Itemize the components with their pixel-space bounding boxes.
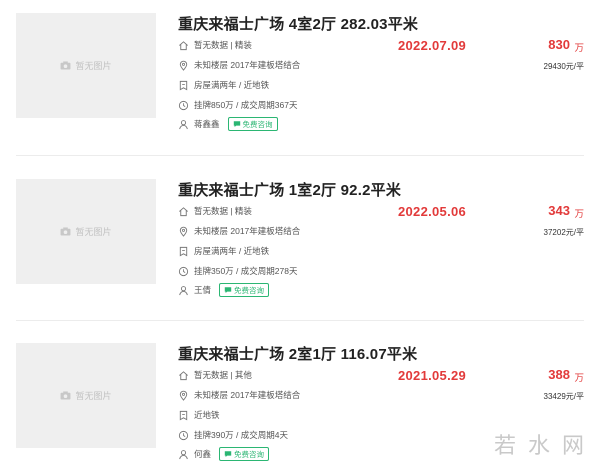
listing-thumbnail[interactable]: 暂无图片 [16, 13, 156, 118]
deal-date: 2022.05.06 [398, 204, 467, 219]
tag-icon [178, 410, 189, 421]
listing-info-row: 挂牌850万 / 成交周期367天 [178, 98, 297, 112]
decoration-row: 暂无数据 | 精装 [178, 204, 252, 218]
price-unit: 万 [574, 43, 584, 54]
home-icon [178, 40, 189, 51]
tag-text: 房屋满两年 / 近地铁 [194, 246, 270, 256]
floor-text: 未知楼层 2017年建板塔结合 [194, 60, 301, 70]
camera-icon [61, 391, 71, 400]
consult-label: 免费咨询 [234, 449, 265, 459]
watermark-char: 水 [527, 434, 554, 459]
camera-icon [61, 61, 71, 70]
floor-row: 未知楼层 2017年建板塔结合 [178, 388, 300, 402]
no-image-text: 暂无图片 [75, 61, 112, 71]
tag-text: 房屋满两年 / 近地铁 [194, 80, 270, 90]
total-price: 343 [548, 203, 570, 218]
tag-row: 房屋满两年 / 近地铁 [178, 244, 269, 258]
listing-info-text: 挂牌390万 / 成交周期4天 [194, 430, 288, 440]
agent-row: 何鑫 免费咨询 [178, 447, 270, 461]
chat-icon [224, 451, 232, 458]
user-icon [178, 449, 189, 460]
floor-row: 未知楼层 2017年建板塔结合 [178, 224, 300, 238]
listing-title[interactable]: 重庆来福士广场 2室1厅 116.07平米 [178, 343, 417, 364]
price-unit: 万 [574, 209, 584, 220]
free-consult-button[interactable]: 免费咨询 [219, 283, 270, 297]
tag-icon [178, 80, 189, 91]
tag-icon [178, 246, 189, 257]
agent-row: 蒋鑫鑫 免费咨询 [178, 117, 278, 131]
user-icon [178, 285, 189, 296]
listing-title[interactable]: 重庆来福士广场 1室2厅 92.2平米 [178, 179, 401, 200]
location-icon [178, 226, 189, 237]
clock-icon [178, 266, 189, 277]
location-icon [178, 60, 189, 71]
no-image-text: 暂无图片 [75, 227, 112, 237]
tag-row: 房屋满两年 / 近地铁 [178, 78, 269, 92]
home-icon [178, 206, 189, 217]
location-icon [178, 390, 189, 401]
clock-icon [178, 100, 189, 111]
decoration-text: 暂无数据 | 其他 [194, 370, 252, 380]
free-consult-button[interactable]: 免费咨询 [227, 117, 278, 131]
no-image-text: 暂无图片 [75, 391, 112, 401]
total-price: 388 [548, 367, 570, 382]
floor-row: 未知楼层 2017年建板塔结合 [178, 58, 300, 72]
unit-price: 37202元/平 [543, 228, 584, 237]
price-unit: 万 [574, 373, 584, 384]
listing-info-text: 挂牌350万 / 成交周期278天 [194, 266, 298, 276]
home-icon [178, 370, 189, 381]
camera-icon [61, 227, 71, 236]
total-price: 830 [548, 37, 570, 52]
site-watermark: 若 水 网 [494, 428, 588, 460]
agent-row: 王倩 免费咨询 [178, 283, 270, 297]
listing-item[interactable]: 暂无图片 重庆来福士广场 1室2厅 92.2平米 暂无数据 | 精装 未知楼层 … [0, 174, 600, 314]
unit-price: 29430元/平 [543, 62, 584, 71]
user-icon [178, 119, 189, 130]
listing-info-row: 挂牌350万 / 成交周期278天 [178, 264, 297, 278]
decoration-row: 暂无数据 | 精装 [178, 38, 252, 52]
tag-row: 近地铁 [178, 408, 220, 422]
listing-title[interactable]: 重庆来福士广场 4室2厅 282.03平米 [178, 13, 418, 34]
listing-info-row: 挂牌390万 / 成交周期4天 [178, 428, 288, 442]
floor-text: 未知楼层 2017年建板塔结合 [194, 226, 301, 236]
consult-label: 免费咨询 [242, 119, 273, 129]
agent-name[interactable]: 何鑫 [194, 448, 211, 460]
deal-date: 2022.07.09 [398, 38, 467, 53]
listing-info-text: 挂牌850万 / 成交周期367天 [194, 100, 298, 110]
deal-date: 2021.05.29 [398, 368, 467, 383]
divider [16, 320, 584, 321]
agent-name[interactable]: 王倩 [194, 284, 211, 296]
chat-icon [233, 121, 240, 128]
decoration-text: 暂无数据 | 精装 [194, 206, 252, 216]
free-consult-button[interactable]: 免费咨询 [219, 447, 270, 461]
agent-name[interactable]: 蒋鑫鑫 [194, 118, 220, 130]
floor-text: 未知楼层 2017年建板塔结合 [194, 390, 301, 400]
decoration-text: 暂无数据 | 精装 [194, 40, 252, 50]
tag-text: 近地铁 [194, 410, 220, 420]
listing-item[interactable]: 暂无图片 重庆来福士广场 4室2厅 282.03平米 暂无数据 | 精装 未知楼… [0, 8, 600, 148]
chat-icon [224, 287, 232, 294]
divider [16, 155, 584, 156]
listing-thumbnail[interactable]: 暂无图片 [16, 179, 156, 284]
watermark-char: 网 [561, 434, 588, 459]
unit-price: 33429元/平 [543, 392, 584, 401]
listing-thumbnail[interactable]: 暂无图片 [16, 343, 156, 448]
consult-label: 免费咨询 [234, 285, 265, 295]
decoration-row: 暂无数据 | 其他 [178, 368, 252, 382]
watermark-char: 若 [493, 434, 520, 459]
clock-icon [178, 430, 189, 441]
